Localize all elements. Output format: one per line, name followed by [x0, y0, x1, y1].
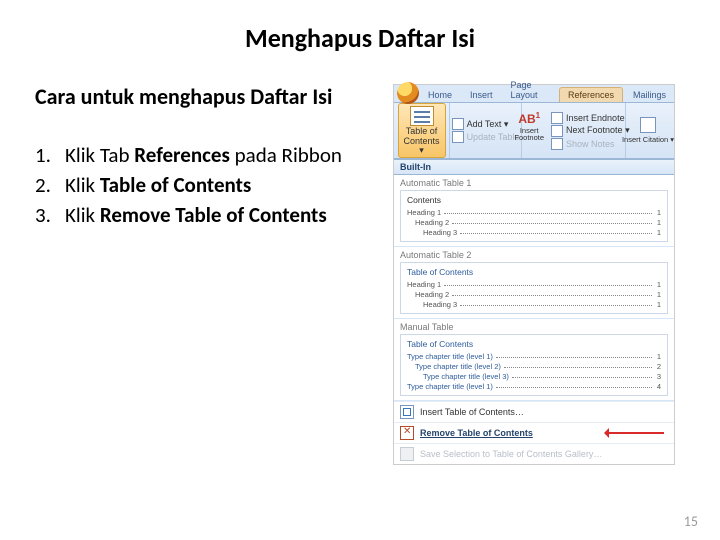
gallery-item-manual[interactable]: Manual Table Table of Contents Type chap… [394, 319, 674, 401]
add-text-button[interactable]: Add Text ▾ [449, 118, 523, 130]
tab-page-layout[interactable]: Page Layout [503, 78, 557, 102]
tab-mailings[interactable]: Mailings [625, 88, 674, 102]
command-label: Save Selection to Table of Contents Gall… [420, 449, 602, 459]
gallery-preview: Table of Contents Heading 11 Heading 21 … [400, 262, 668, 314]
highlight-arrow-icon [606, 432, 664, 434]
gallery-preview: Table of Contents Type chapter title (le… [400, 334, 668, 396]
toc-icon [410, 106, 434, 126]
tab-references[interactable]: References [559, 87, 623, 102]
remove-toc-icon [400, 426, 414, 440]
gallery-preview: Contents Heading 11 Heading 21 Heading 3… [400, 190, 668, 242]
group-footnotes: AB1 Insert Footnote Insert Endnote Next … [522, 103, 626, 158]
group-citations: Insert Citation ▾ [626, 103, 670, 158]
gallery-heading-built-in: Built-In [394, 159, 674, 175]
gallery-item-title: Manual Table [400, 322, 668, 332]
update-table-icon [452, 131, 464, 143]
next-footnote-icon [551, 125, 563, 137]
ribbon-body: Table of Contents ▾ Add Text ▾ Update Ta… [394, 103, 674, 159]
command-label: Remove Table of Contents [420, 428, 533, 438]
ribbon-tabs: Home Insert Page Layout References Maili… [394, 85, 674, 103]
slide-title: Menghapus Daftar Isi [0, 0, 720, 54]
insert-toc-command[interactable]: Insert Table of Contents… [394, 401, 674, 422]
insert-footnote-button[interactable]: AB1 Insert Footnote [514, 112, 544, 142]
step-3: Klik Remove Table of Contents [35, 203, 375, 229]
step-1: Klik Tab References pada Ribbon [35, 143, 375, 169]
gallery-item-auto-1[interactable]: Automatic Table 1 Contents Heading 11 He… [394, 175, 674, 247]
tab-home[interactable]: Home [420, 88, 460, 102]
gallery-item-auto-2[interactable]: Automatic Table 2 Table of Contents Head… [394, 247, 674, 319]
left-column: Cara untuk menghapus Daftar Isi Klik Tab… [35, 84, 375, 465]
save-gallery-icon [400, 447, 414, 461]
remove-toc-command[interactable]: Remove Table of Contents [394, 422, 674, 443]
footnote-ab-icon: AB1 [514, 112, 544, 125]
table-of-contents-button[interactable]: Table of Contents ▾ [398, 103, 446, 157]
show-notes-icon [551, 138, 563, 150]
subtitle: Cara untuk menghapus Daftar Isi [35, 84, 375, 109]
page-number: 15 [684, 513, 698, 530]
word-screenshot: Home Insert Page Layout References Maili… [393, 84, 675, 465]
tab-insert[interactable]: Insert [462, 88, 501, 102]
insert-toc-icon [400, 405, 414, 419]
step-2: Klik Table of Contents [35, 173, 375, 199]
add-text-icon [452, 118, 464, 130]
group-toc-options: Add Text ▾ Update Table [450, 103, 522, 158]
gallery-item-title: Automatic Table 1 [400, 178, 668, 188]
group-toc: Table of Contents ▾ [394, 103, 450, 158]
save-to-gallery-command: Save Selection to Table of Contents Gall… [394, 443, 674, 464]
citation-icon [640, 117, 656, 133]
insert-citation-button[interactable]: Insert Citation ▾ [619, 117, 677, 144]
update-table-button[interactable]: Update Table [449, 131, 523, 143]
office-button-icon[interactable] [397, 82, 419, 104]
steps-list: Klik Tab References pada Ribbon Klik Tab… [35, 143, 375, 228]
gallery-item-title: Automatic Table 2 [400, 250, 668, 260]
toc-label-2: Contents ▾ [401, 137, 443, 156]
command-label: Insert Table of Contents… [420, 407, 524, 417]
endnote-icon [551, 112, 563, 124]
